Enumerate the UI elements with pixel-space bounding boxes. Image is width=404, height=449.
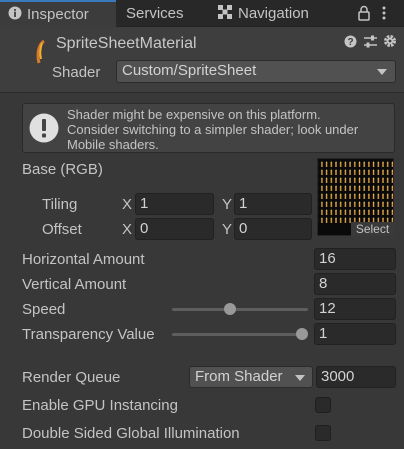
vertical-amount-field[interactable]: 8 [314,273,396,295]
offset-x-label: X [122,221,133,238]
tab-bar: Inspector Services Navigation [0,0,404,27]
sprite-sheet-thumbnail [318,159,393,223]
offset-y-field[interactable]: 0 [234,218,312,240]
offset-x-field[interactable]: 0 [135,218,214,240]
lock-icon[interactable] [358,5,370,24]
speed-slider-track [172,308,308,311]
speed-slider-thumb[interactable] [224,303,237,315]
horizontal-amount-field[interactable]: 16 [314,248,396,270]
warning-text-line: Mobile shaders. [67,137,159,152]
gear-icon[interactable] [383,34,397,51]
warning-text: Shader might be expensive on this platfo… [67,107,358,152]
tiling-y-label: Y [222,196,233,213]
tab-inspector[interactable]: Inspector [0,0,116,27]
material-preview-icon [8,33,50,77]
tab-services[interactable]: Services [126,0,206,27]
material-name: SpriteSheetMaterial [56,35,197,52]
gpu-instancing-checkbox[interactable] [315,397,331,413]
horizontal-amount-label: Horizontal Amount [22,251,145,268]
tab-navigation[interactable]: Navigation [218,0,328,27]
select-texture-button[interactable]: Select [351,222,394,236]
base-texture-label: Base (RGB) [22,161,103,178]
tiling-x-label: X [122,196,133,213]
warning-text-line: Shader might be expensive on this platfo… [67,107,321,122]
shader-warning-box: Shader might be expensive on this platfo… [22,103,395,153]
gpu-instancing-label: Enable GPU Instancing [22,397,178,414]
tiling-x-field[interactable]: 1 [135,193,214,215]
shader-value: Custom/SpriteSheet [122,62,257,79]
transparency-field[interactable]: 1 [314,323,396,345]
tiling-y-field[interactable]: 1 [234,193,312,215]
speed-field[interactable]: 12 [314,298,396,320]
speed-label: Speed [22,301,66,318]
chevron-down-icon [377,69,387,75]
offset-label: Offset [42,221,82,238]
tab-navigation-label: Navigation [238,5,309,22]
tiling-label: Tiling [42,196,78,213]
speed-slider[interactable] [172,299,308,319]
svg-text:?: ? [347,37,353,48]
render-queue-mode: From Shader [195,368,283,385]
warning-icon [29,113,59,146]
material-header: SpriteSheetMaterial ? Shader Custom/Spri… [0,27,404,93]
chevron-down-icon [295,375,305,381]
transparency-slider-thumb[interactable] [296,328,308,340]
tab-services-label: Services [126,5,184,22]
dsgi-checkbox[interactable] [315,425,331,441]
shader-dropdown[interactable]: Custom/SpriteSheet [116,60,396,83]
offset-y-label: Y [222,221,233,238]
transparency-slider[interactable] [172,324,308,344]
vertical-amount-label: Vertical Amount [22,276,127,293]
dsgi-label: Double Sided Global Illumination [22,425,240,442]
transparency-label: Transparency Value [22,326,155,343]
warning-text-line: Consider switching to a simpler shader; … [67,122,359,137]
kebab-menu-icon[interactable] [382,6,386,23]
render-queue-label: Render Queue [22,369,121,386]
navigation-icon [218,1,232,28]
base-texture-slot[interactable]: Select [317,158,394,236]
tab-inspector-label: Inspector [27,6,89,23]
info-icon [8,3,22,28]
preset-icon[interactable] [364,35,377,51]
transparency-slider-track [172,333,308,336]
shader-label: Shader [52,64,101,81]
render-queue-field[interactable]: 3000 [316,366,396,388]
help-icon[interactable]: ? [344,35,357,51]
render-queue-dropdown[interactable]: From Shader [189,366,313,388]
